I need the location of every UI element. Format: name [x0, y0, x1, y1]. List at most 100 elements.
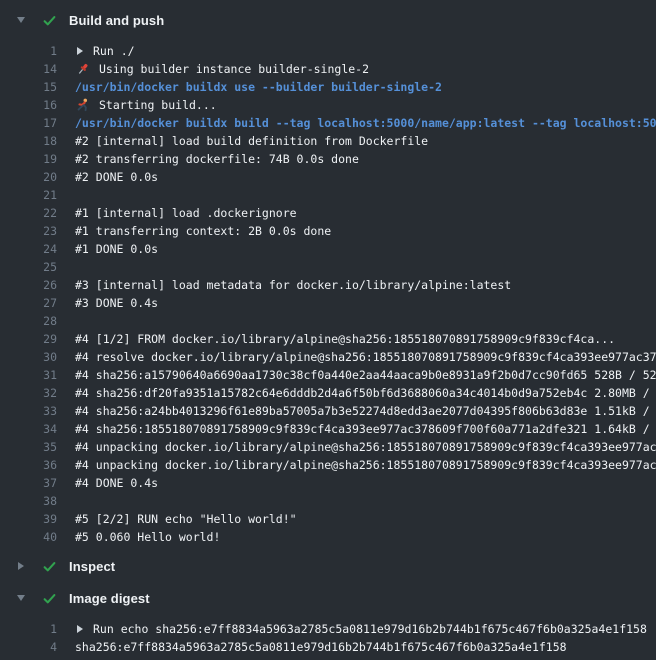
- line-number[interactable]: 18: [0, 132, 57, 150]
- log-line: 24 #1 DONE 0.0s: [0, 240, 656, 258]
- log-line: 35 #4 unpacking docker.io/library/alpine…: [0, 438, 656, 456]
- log-text: #4 sha256:185518070891758909c9f839cf4ca3…: [75, 420, 656, 438]
- log-line: 32 #4 sha256:df20fa9351a15782c64e6dddb2d…: [0, 384, 656, 402]
- log-line: 21: [0, 186, 656, 204]
- line-number[interactable]: 27: [0, 294, 57, 312]
- line-number[interactable]: 33: [0, 402, 57, 420]
- log-line: 29 #4 [1/2] FROM docker.io/library/alpin…: [0, 330, 656, 348]
- log-line: 14 Using builder instance builder-single…: [0, 60, 656, 78]
- chevron-down-icon: [16, 17, 26, 23]
- check-icon: [42, 559, 57, 574]
- log-line: 30 #4 resolve docker.io/library/alpine@s…: [0, 348, 656, 366]
- line-number[interactable]: 34: [0, 420, 57, 438]
- runner-icon: [76, 98, 90, 112]
- section-title: Build and push: [69, 13, 164, 28]
- line-number[interactable]: 31: [0, 366, 57, 384]
- log-text: #4 sha256:df20fa9351a15782c64e6dddb2d4a6…: [75, 384, 656, 402]
- pushpin-icon: [76, 62, 90, 76]
- log-section-inspect: Inspect: [0, 554, 656, 578]
- line-number[interactable]: 23: [0, 222, 57, 240]
- log-text: /usr/bin/docker buildx use --builder bui…: [75, 78, 442, 96]
- line-number[interactable]: 25: [0, 258, 57, 276]
- line-number[interactable]: 21: [0, 186, 57, 204]
- log-text: Using builder instance builder-single-2: [75, 60, 369, 78]
- check-icon: [42, 591, 57, 606]
- log-line: 40 #5 0.060 Hello world!: [0, 528, 656, 546]
- line-number[interactable]: 40: [0, 528, 57, 546]
- log-text: #5 [2/2] RUN echo "Hello world!": [75, 510, 297, 528]
- log-section-build-and-push: Build and push 1 Run ./ 14 Using builder…: [0, 8, 656, 550]
- chevron-down-icon: [16, 595, 26, 601]
- line-number[interactable]: 20: [0, 168, 57, 186]
- log-text: #3 [internal] load metadata for docker.i…: [75, 276, 511, 294]
- log-line: 33 #4 sha256:a24bb4013296f61e89ba57005a7…: [0, 402, 656, 420]
- log-line: 28: [0, 312, 656, 330]
- log-text: #4 sha256:a15790640a6690aa1730c38cf0a440…: [75, 366, 656, 384]
- log-text: #3 DONE 0.4s: [75, 294, 158, 312]
- line-number[interactable]: 19: [0, 150, 57, 168]
- log-text: #2 DONE 0.0s: [75, 168, 158, 186]
- log-text: #1 DONE 0.0s: [75, 240, 158, 258]
- log-line: 20 #2 DONE 0.0s: [0, 168, 656, 186]
- log-line: 26 #3 [internal] load metadata for docke…: [0, 276, 656, 294]
- log-line: 31 #4 sha256:a15790640a6690aa1730c38cf0a…: [0, 366, 656, 384]
- log-text: #2 [internal] load build definition from…: [75, 132, 428, 150]
- log-text: #4 unpacking docker.io/library/alpine@sh…: [75, 456, 656, 474]
- log-line: 36 #4 unpacking docker.io/library/alpine…: [0, 456, 656, 474]
- line-number[interactable]: 4: [0, 638, 57, 656]
- section-header[interactable]: Inspect: [0, 554, 656, 578]
- line-number[interactable]: 37: [0, 474, 57, 492]
- line-number[interactable]: 38: [0, 492, 57, 510]
- section-header[interactable]: Build and push: [0, 8, 656, 32]
- line-number[interactable]: 26: [0, 276, 57, 294]
- log-block: 1 Run echo sha256:e7ff8834a5963a2785c5a0…: [0, 610, 656, 660]
- log-line: 27 #3 DONE 0.4s: [0, 294, 656, 312]
- chevron-right-icon: [16, 562, 26, 570]
- log-block: 1 Run ./ 14 Using builder instance build…: [0, 32, 656, 550]
- line-number[interactable]: 17: [0, 114, 57, 132]
- section-header[interactable]: Image digest: [0, 586, 656, 610]
- line-number[interactable]: 24: [0, 240, 57, 258]
- log-line: 18 #2 [internal] load build definition f…: [0, 132, 656, 150]
- line-number[interactable]: 1: [0, 620, 57, 638]
- line-number[interactable]: 14: [0, 60, 57, 78]
- log-text: sha256:e7ff8834a5963a2785c5a0811e979d16b…: [75, 638, 567, 656]
- line-number[interactable]: 35: [0, 438, 57, 456]
- log-text: #1 transferring context: 2B 0.0s done: [75, 222, 331, 240]
- log-line: 15 /usr/bin/docker buildx use --builder …: [0, 78, 656, 96]
- section-title: Inspect: [69, 559, 115, 574]
- log-line: 37 #4 DONE 0.4s: [0, 474, 656, 492]
- log-line: 4 sha256:e7ff8834a5963a2785c5a0811e979d1…: [0, 638, 656, 656]
- expander-right-icon[interactable]: [77, 47, 83, 55]
- log-line: 39 #5 [2/2] RUN echo "Hello world!": [0, 510, 656, 528]
- log-line: 1 Run echo sha256:e7ff8834a5963a2785c5a0…: [0, 620, 656, 638]
- line-number[interactable]: 1: [0, 42, 57, 60]
- line-number[interactable]: 16: [0, 96, 57, 114]
- log-line: 38: [0, 492, 656, 510]
- line-number[interactable]: 29: [0, 330, 57, 348]
- log-text: #1 [internal] load .dockerignore: [75, 204, 297, 222]
- line-number[interactable]: 39: [0, 510, 57, 528]
- log-text: #4 DONE 0.4s: [75, 474, 158, 492]
- check-icon: [42, 13, 57, 28]
- log-viewer: Build and push 1 Run ./ 14 Using builder…: [0, 0, 656, 660]
- log-text: #5 0.060 Hello world!: [75, 528, 220, 546]
- log-line: 16 Starting build...: [0, 96, 656, 114]
- line-number[interactable]: 30: [0, 348, 57, 366]
- log-line: 22 #1 [internal] load .dockerignore: [0, 204, 656, 222]
- section-title: Image digest: [69, 591, 150, 606]
- log-line: 17 /usr/bin/docker buildx build --tag lo…: [0, 114, 656, 132]
- line-number[interactable]: 36: [0, 456, 57, 474]
- log-line: 34 #4 sha256:185518070891758909c9f839cf4…: [0, 420, 656, 438]
- expander-right-icon[interactable]: [77, 625, 83, 633]
- log-text: #4 [1/2] FROM docker.io/library/alpine@s…: [75, 330, 615, 348]
- line-number[interactable]: 22: [0, 204, 57, 222]
- log-text: Starting build...: [75, 96, 217, 114]
- line-number[interactable]: 32: [0, 384, 57, 402]
- log-section-image-digest: Image digest 1 Run echo sha256:e7ff8834a…: [0, 586, 656, 660]
- line-number[interactable]: 15: [0, 78, 57, 96]
- log-text: #4 resolve docker.io/library/alpine@sha2…: [75, 348, 656, 366]
- log-text: /usr/bin/docker buildx build --tag local…: [75, 114, 656, 132]
- log-text: Run echo sha256:e7ff8834a5963a2785c5a081…: [75, 620, 647, 638]
- line-number[interactable]: 28: [0, 312, 57, 330]
